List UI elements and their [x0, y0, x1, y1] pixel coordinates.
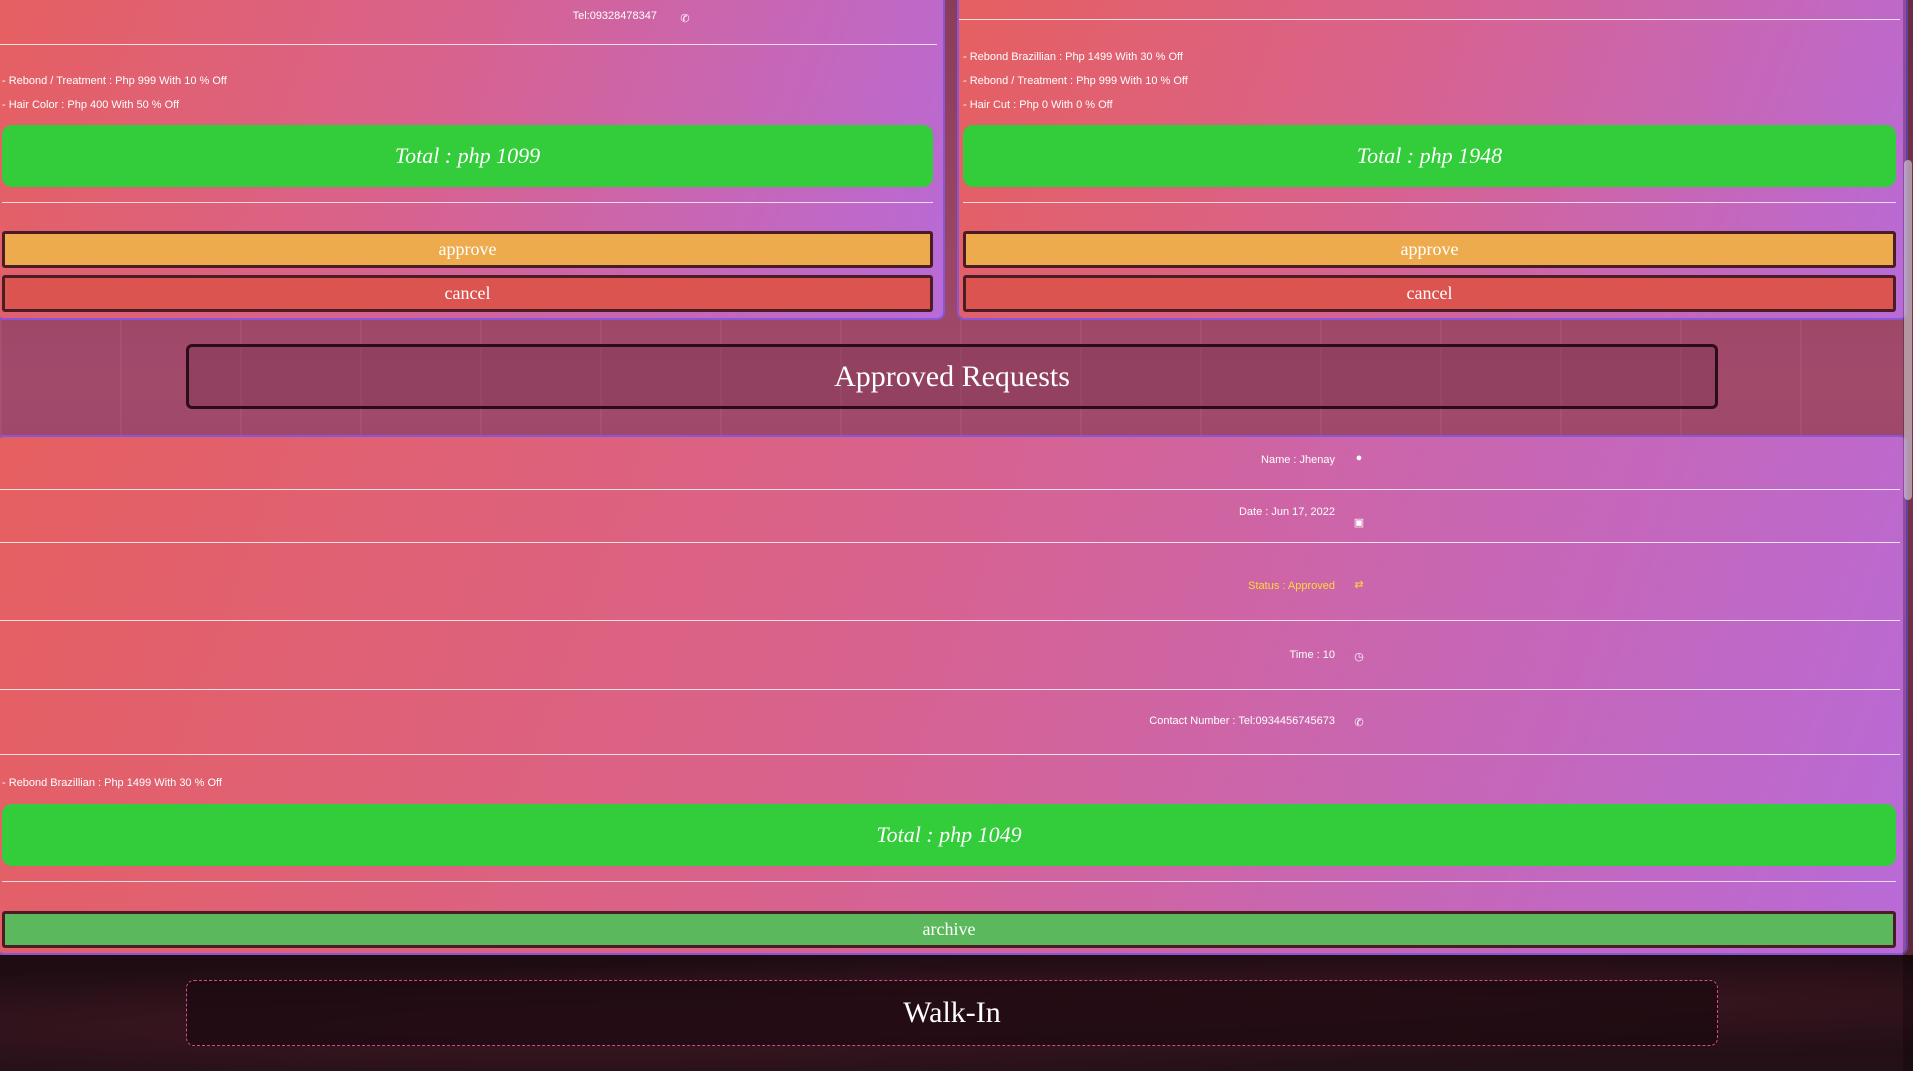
service-item: - Rebond Brazillian : Php 1499 With 30 %… — [2, 777, 222, 789]
archive-label: archive — [922, 919, 976, 939]
divider — [2, 881, 1896, 882]
status-row: Status : Approved ⇄ — [0, 543, 1900, 621]
cancel-button[interactable]: cancel — [2, 275, 933, 312]
status-label: Status : Approved — [1248, 580, 1335, 592]
total-box: Total : php 1948 — [963, 125, 1896, 187]
contact-label: Contact Number : Tel:0934456745673 — [1149, 715, 1335, 727]
contact-row: Tel:09328478347 ✆ — [0, 0, 937, 45]
service-item: - Rebond / Treatment : Php 999 With 10 %… — [963, 75, 1188, 87]
divider — [2, 202, 933, 203]
phone-icon: ✆ — [680, 13, 690, 25]
contact-row — [959, 0, 1900, 20]
walk-in-header: Walk-In — [186, 980, 1718, 1046]
cancel-label: cancel — [444, 283, 491, 303]
calendar-icon: ▣ — [1353, 517, 1365, 529]
total-label: Total : php 1049 — [876, 822, 1022, 847]
approve-label: approve — [1400, 239, 1459, 259]
archive-button[interactable]: archive — [2, 911, 1896, 948]
total-box: Total : php 1099 — [2, 125, 933, 187]
scrollbar-thumb[interactable] — [1904, 160, 1912, 500]
user-circle-icon: ● — [1355, 452, 1363, 464]
phone-icon: ✆ — [1354, 717, 1364, 729]
approve-button[interactable]: approve — [963, 231, 1896, 268]
cancel-button[interactable]: cancel — [963, 275, 1896, 312]
approve-label: approve — [438, 239, 497, 259]
clock-icon: ◷ — [1354, 651, 1364, 663]
name-row: Name : Jhenay ● — [0, 437, 1900, 490]
total-box: Total : php 1049 — [2, 804, 1896, 866]
contact-row: Contact Number : Tel:0934456745673 ✆ — [0, 690, 1900, 755]
time-label: Time : 10 — [1289, 649, 1335, 661]
total-label: Total : php 1099 — [394, 143, 541, 168]
cancel-label: cancel — [1406, 283, 1453, 303]
service-item: - Rebond / Treatment : Php 999 With 10 %… — [2, 75, 227, 87]
total-label: Total : php 1948 — [1356, 143, 1503, 168]
approve-button[interactable]: approve — [2, 231, 933, 268]
contact-label: Tel:09328478347 — [572, 10, 657, 22]
page-scrollbar[interactable] — [1903, 0, 1913, 1071]
exchange-icon: ⇄ — [1354, 579, 1364, 591]
divider — [963, 202, 1896, 203]
pending-request-card: Tel:09328478347 ✆ - Rebond / Treatment :… — [0, 0, 945, 320]
service-item: - Hair Color : Php 400 With 50 % Off — [2, 99, 180, 111]
walk-in-title: Walk-In — [903, 996, 1001, 1029]
approved-request-card: Name : Jhenay ● Date : Jun 17, 2022 ▣ St… — [0, 435, 1908, 955]
approved-requests-header: Approved Requests — [186, 344, 1718, 409]
service-item: - Hair Cut : Php 0 With 0 % Off — [963, 99, 1113, 111]
time-row: Time : 10 ◷ — [0, 621, 1900, 690]
date-label: Date : Jun 17, 2022 — [1238, 506, 1335, 518]
name-label: Name : Jhenay — [1261, 454, 1335, 466]
approved-requests-title: Approved Requests — [834, 359, 1070, 393]
pending-request-card: - Rebond Brazillian : Php 1499 With 30 %… — [957, 0, 1908, 320]
service-item: - Rebond Brazillian : Php 1499 With 30 %… — [963, 51, 1183, 63]
date-row: Date : Jun 17, 2022 ▣ — [0, 490, 1900, 543]
